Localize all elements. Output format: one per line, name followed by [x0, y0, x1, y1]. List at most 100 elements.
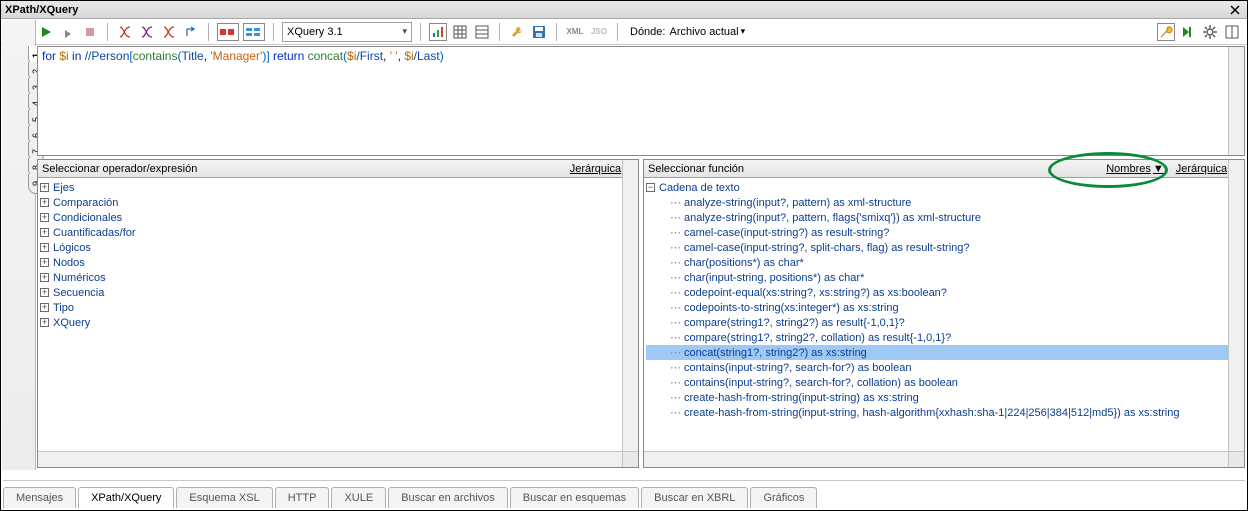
expression-editor[interactable]: for $i in //Person[contains(Title, 'Mana…	[37, 46, 1245, 156]
expand-icon[interactable]: +	[40, 183, 49, 192]
operator-category[interactable]: +Nodos	[40, 255, 636, 270]
function-item[interactable]: ⋯contains(input-string?, search-for?, co…	[646, 375, 1242, 390]
run-split-icon[interactable]	[59, 23, 77, 41]
stop-icon[interactable]	[81, 23, 99, 41]
functions-header: Seleccionar función Nombres ▼ Jerárquica…	[644, 160, 1244, 178]
where-label: Dónde:	[630, 26, 665, 38]
operator-category[interactable]: +Secuencia	[40, 285, 636, 300]
eval-update-icon[interactable]	[160, 23, 178, 41]
expand-icon[interactable]: +	[40, 213, 49, 222]
wrench-icon[interactable]	[508, 23, 526, 41]
operators-header-label: Seleccionar operador/expresión	[42, 163, 197, 175]
operator-category[interactable]: +Lógicos	[40, 240, 636, 255]
function-item[interactable]: ⋯char(input-string, positions*) as char*	[646, 270, 1242, 285]
operators-header: Seleccionar operador/expresión Jerárquic…	[38, 160, 638, 178]
bottom-tab[interactable]: Esquema XSL	[176, 487, 272, 508]
grid-icon[interactable]	[451, 23, 469, 41]
save-icon[interactable]	[530, 23, 548, 41]
operator-category[interactable]: +XQuery	[40, 315, 636, 330]
function-item[interactable]: ⋯char(positions*) as char*	[646, 255, 1242, 270]
panes-icon[interactable]	[1223, 23, 1241, 41]
scrollbar-vertical[interactable]	[622, 160, 638, 451]
bottom-tab[interactable]: XPath/XQuery	[78, 487, 174, 509]
close-icon[interactable]	[1227, 2, 1243, 18]
bottom-tab[interactable]: XULE	[331, 487, 386, 508]
bottom-tab[interactable]: Buscar en esquemas	[510, 487, 639, 508]
function-item[interactable]: ⋯analyze-string(input?, pattern, flags{'…	[646, 210, 1242, 225]
chevron-down-icon: ▼	[1153, 163, 1164, 175]
eval-xpath-icon[interactable]	[116, 23, 134, 41]
operator-category[interactable]: +Tipo	[40, 300, 636, 315]
bottom-tab[interactable]: Gráficos	[750, 487, 817, 508]
bottom-tab[interactable]: Mensajes	[3, 487, 76, 508]
builder-icon[interactable]	[1157, 23, 1175, 41]
separator	[107, 23, 108, 41]
mode-a-icon[interactable]	[217, 23, 239, 41]
bottom-tab[interactable]: Buscar en XBRL	[641, 487, 748, 508]
expand-icon[interactable]: +	[40, 303, 49, 312]
operator-category[interactable]: +Comparación	[40, 195, 636, 210]
scrollbar-horizontal[interactable]	[644, 451, 1228, 467]
scrollbar-horizontal[interactable]	[38, 451, 622, 467]
function-item[interactable]: ⋯camel-case(input-string?, split-chars, …	[646, 240, 1242, 255]
function-item[interactable]: ⋯compare(string1?, string2?) as result{-…	[646, 315, 1242, 330]
separator	[556, 23, 557, 41]
run-to-icon[interactable]	[1179, 23, 1197, 41]
scrollbar-vertical[interactable]	[1228, 160, 1244, 451]
operators-tree[interactable]: +Ejes+Comparación+Condicionales+Cuantifi…	[38, 178, 638, 467]
scrollbar-vertical[interactable]	[1228, 47, 1244, 155]
function-item[interactable]: ⋯concat(string1?, string2?) as xs:string	[646, 345, 1242, 360]
operator-category[interactable]: +Numéricos	[40, 270, 636, 285]
language-select[interactable]: XQuery 3.1	[282, 22, 412, 42]
function-item[interactable]: ⋯analyze-string(input?, pattern) as xml-…	[646, 195, 1242, 210]
operator-category[interactable]: +Cuantificadas/for	[40, 225, 636, 240]
function-item[interactable]: ⋯compare(string1?, string2?, collation) …	[646, 330, 1242, 345]
function-item[interactable]: ⋯create-hash-from-string(input-string, h…	[646, 405, 1242, 420]
window-title: XPath/XQuery	[5, 4, 78, 16]
expand-icon[interactable]: +	[40, 228, 49, 237]
bottom-tabs: MensajesXPath/XQueryEsquema XSLHTTPXULEB…	[3, 480, 1245, 508]
expand-icon[interactable]: +	[40, 288, 49, 297]
json-icon[interactable]: JSO	[589, 23, 609, 41]
expand-icon[interactable]: +	[40, 243, 49, 252]
function-category[interactable]: −Cadena de texto	[646, 180, 1242, 195]
expression-text: for $i in //Person[contains(Title, 'Mana…	[42, 49, 444, 63]
step-icon[interactable]	[182, 23, 200, 41]
functions-header-label: Seleccionar función	[648, 163, 744, 175]
function-item[interactable]: ⋯codepoint-equal(xs:string?, xs:string?)…	[646, 285, 1242, 300]
mode-b-icon[interactable]	[243, 23, 265, 41]
separator	[273, 23, 274, 41]
functions-sort-dropdown[interactable]: Nombres ▼	[1106, 163, 1164, 175]
toolbar: XQuery 3.1 XML JSO Dónde: Archivo actual…	[1, 19, 1247, 45]
bottom-tab[interactable]: Buscar en archivos	[388, 487, 508, 508]
chart-icon[interactable]	[429, 23, 447, 41]
expand-icon[interactable]: +	[40, 258, 49, 267]
expand-icon[interactable]: +	[40, 318, 49, 327]
chevron-down-icon: ▾	[741, 26, 746, 37]
collapse-icon[interactable]: −	[646, 183, 655, 192]
function-item[interactable]: ⋯codepoints-to-string(xs:integer*) as xs…	[646, 300, 1242, 315]
history-gutter: 1 2 3 4 5 6 7 8 9	[2, 20, 36, 470]
operator-category[interactable]: +Ejes	[40, 180, 636, 195]
operator-category[interactable]: +Condicionales	[40, 210, 636, 225]
eval-xquery-icon[interactable]	[138, 23, 156, 41]
expand-icon[interactable]: +	[40, 273, 49, 282]
function-item[interactable]: ⋯camel-case(input-string?) as result-str…	[646, 225, 1242, 240]
separator	[499, 23, 500, 41]
gear-icon[interactable]	[1201, 23, 1219, 41]
functions-tree[interactable]: −Cadena de texto⋯analyze-string(input?, …	[644, 178, 1244, 467]
run-icon[interactable]	[37, 23, 55, 41]
expand-icon[interactable]: +	[40, 198, 49, 207]
separator	[617, 23, 618, 41]
bottom-tab[interactable]: HTTP	[275, 487, 330, 508]
list-icon[interactable]	[473, 23, 491, 41]
function-item[interactable]: ⋯contains(input-string?, search-for?) as…	[646, 360, 1242, 375]
separator	[420, 23, 421, 41]
xml-icon[interactable]: XML	[565, 23, 585, 41]
scroll-corner	[1228, 451, 1244, 467]
function-item[interactable]: ⋯create-hash-from-string(input-string) a…	[646, 390, 1242, 405]
operators-pane: Seleccionar operador/expresión Jerárquic…	[37, 159, 639, 468]
title-bar: XPath/XQuery	[1, 1, 1247, 19]
separator	[208, 23, 209, 41]
where-value-dropdown[interactable]: Archivo actual ▾	[669, 26, 745, 38]
